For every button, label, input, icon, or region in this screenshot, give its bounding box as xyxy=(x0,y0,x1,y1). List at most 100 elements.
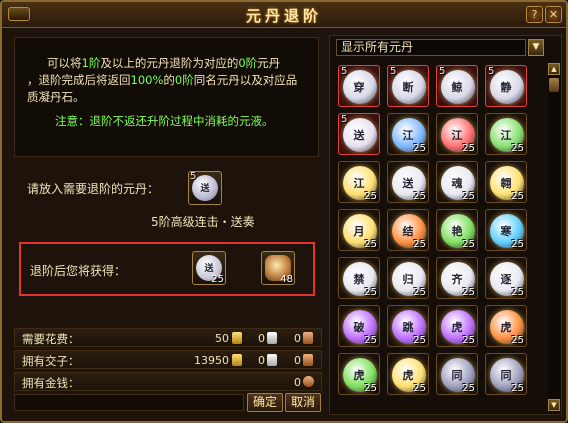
scroll-up-button[interactable]: ▲ xyxy=(548,63,560,75)
item-glyph: 鲸 xyxy=(451,81,463,94)
item-count: 25 xyxy=(462,287,475,298)
inventory-slot[interactable]: 鲸5 xyxy=(436,65,478,107)
inventory-slot[interactable]: 送5 xyxy=(338,113,380,155)
item-glyph: 艳 xyxy=(451,225,463,238)
item-tier: 5 xyxy=(390,66,397,77)
info-highlight: 1阶 xyxy=(81,56,101,70)
own-silver-value: 0 xyxy=(258,354,265,367)
item-count: 25 xyxy=(511,143,524,154)
item-count: 25 xyxy=(413,287,426,298)
inventory-slot[interactable]: 穿5 xyxy=(338,65,380,107)
silver-ingot-icon xyxy=(267,354,277,366)
item-count: 25 xyxy=(511,191,524,202)
inventory-slot[interactable]: 破 25 xyxy=(338,305,380,347)
inventory-slot[interactable]: 跳 25 xyxy=(387,305,429,347)
inventory-slot[interactable]: 断5 xyxy=(387,65,429,107)
reward-slot-yuandan[interactable]: 送 25 xyxy=(192,251,226,285)
item-tier: 5 xyxy=(341,114,348,125)
cost-gold-value: 50 xyxy=(215,332,229,345)
item-glyph: 翱 xyxy=(500,177,512,190)
cost-row-money: 拥有金钱： 0 xyxy=(14,372,322,391)
item-glyph: 江 xyxy=(353,177,365,190)
item-glyph: 同 xyxy=(500,369,512,382)
reward-stone-count: 48 xyxy=(280,274,293,285)
inventory-scrollbar[interactable]: ▲ ▼ xyxy=(548,63,560,413)
item-count: 25 xyxy=(511,335,524,346)
item-glyph: 魂 xyxy=(451,177,463,190)
item-count: 25 xyxy=(511,383,524,394)
inventory-slot[interactable]: 送 25 xyxy=(387,161,429,203)
item-glyph: 寒 xyxy=(500,225,512,238)
reward-slot-stone[interactable]: 48 xyxy=(261,251,295,285)
inventory-slot[interactable]: 虎 25 xyxy=(485,305,527,347)
scroll-thumb[interactable] xyxy=(549,78,559,92)
inventory-slot[interactable]: 归 25 xyxy=(387,257,429,299)
item-tier: 5 xyxy=(488,66,495,77)
inventory-slot[interactable]: 禁 25 xyxy=(338,257,380,299)
own-copper-value: 0 xyxy=(294,354,301,367)
item-count: 25 xyxy=(364,335,377,346)
message-bar xyxy=(14,394,244,411)
item-glyph: 江 xyxy=(402,129,414,142)
source-label: 请放入需要退阶的元丹： xyxy=(27,182,160,196)
inventory-slot[interactable]: 逐 25 xyxy=(485,257,527,299)
item-glyph: 跳 xyxy=(402,321,414,334)
item-count: 25 xyxy=(413,191,426,202)
info-text-part: ，退阶完成后将返回 xyxy=(27,73,131,87)
inventory-slot[interactable]: 翱 25 xyxy=(485,161,527,203)
item-count: 25 xyxy=(511,287,524,298)
info-highlight: 100% xyxy=(130,73,164,87)
cancel-button[interactable]: 取消 xyxy=(285,393,321,412)
refine-window: 元丹退阶 ? ✕ 可以将1阶及以上的元丹退阶为对应的0阶元丹 ，退阶完成后将返回… xyxy=(0,0,568,423)
item-glyph: 月 xyxy=(353,225,365,238)
item-count: 25 xyxy=(364,239,377,250)
inventory-slot[interactable]: 江 25 xyxy=(387,113,429,155)
help-button[interactable]: ? xyxy=(526,6,543,23)
reward-count: 25 xyxy=(211,274,224,285)
item-glyph: 结 xyxy=(402,225,414,238)
inventory-slot[interactable]: 月 25 xyxy=(338,209,380,251)
inventory-slot[interactable]: 齐 25 xyxy=(436,257,478,299)
inventory-slot[interactable]: 魂 25 xyxy=(436,161,478,203)
item-glyph: 逐 xyxy=(500,273,512,286)
source-slot[interactable]: 送 5 xyxy=(188,171,222,205)
inventory-slot[interactable]: 静5 xyxy=(485,65,527,107)
inventory-slot[interactable]: 艳 25 xyxy=(436,209,478,251)
item-count: 25 xyxy=(413,239,426,250)
filter-dropdown[interactable]: 显示所有元丹 xyxy=(336,39,526,56)
reward-box: 退阶后您将获得： 送 25 48 xyxy=(19,242,315,296)
item-glyph: 虎 xyxy=(353,369,365,382)
inventory-slot[interactable]: 虎 25 xyxy=(436,305,478,347)
inventory-slot[interactable]: 江 25 xyxy=(436,113,478,155)
item-glyph: 同 xyxy=(451,369,463,382)
cost-row-required: 需要花费： 50 0 0 xyxy=(14,328,322,347)
confirm-button[interactable]: 确定 xyxy=(247,393,283,412)
inventory-slot[interactable]: 虎 25 xyxy=(338,353,380,395)
inventory-slot[interactable]: 虎 25 xyxy=(387,353,429,395)
cost-row-owned: 拥有交子： 13950 0 0 xyxy=(14,350,322,369)
item-glyph: 虎 xyxy=(451,321,463,334)
item-count: 25 xyxy=(462,239,475,250)
info-text-part: 可以将 xyxy=(47,56,82,70)
copper-ingot-icon xyxy=(303,354,313,366)
cost-silver-value: 0 xyxy=(258,332,265,345)
scroll-down-button[interactable]: ▼ xyxy=(548,399,560,411)
close-button[interactable]: ✕ xyxy=(545,6,562,23)
reward-glyph: 送 xyxy=(204,264,214,274)
title-bar[interactable]: 元丹退阶 ? ✕ xyxy=(2,2,566,28)
item-glyph: 静 xyxy=(500,81,512,94)
inventory-slot[interactable]: 同 25 xyxy=(485,353,527,395)
info-box: 可以将1阶及以上的元丹退阶为对应的0阶元丹 ，退阶完成后将返回100%的0阶同名… xyxy=(14,37,319,157)
chevron-down-icon[interactable]: ▼ xyxy=(528,39,544,56)
info-text-part: 质凝丹石。 xyxy=(27,90,85,104)
inventory-slot[interactable]: 寒 25 xyxy=(485,209,527,251)
gold-ingot-icon xyxy=(232,332,242,344)
item-glyph: 送 xyxy=(353,129,365,142)
item-glyph: 送 xyxy=(402,177,414,190)
inventory-slot[interactable]: 江 25 xyxy=(485,113,527,155)
inventory-slot[interactable]: 同 25 xyxy=(436,353,478,395)
inventory-slot[interactable]: 结 25 xyxy=(387,209,429,251)
info-text-part: 的 xyxy=(163,73,175,87)
item-count: 25 xyxy=(364,287,377,298)
inventory-slot[interactable]: 江 25 xyxy=(338,161,380,203)
